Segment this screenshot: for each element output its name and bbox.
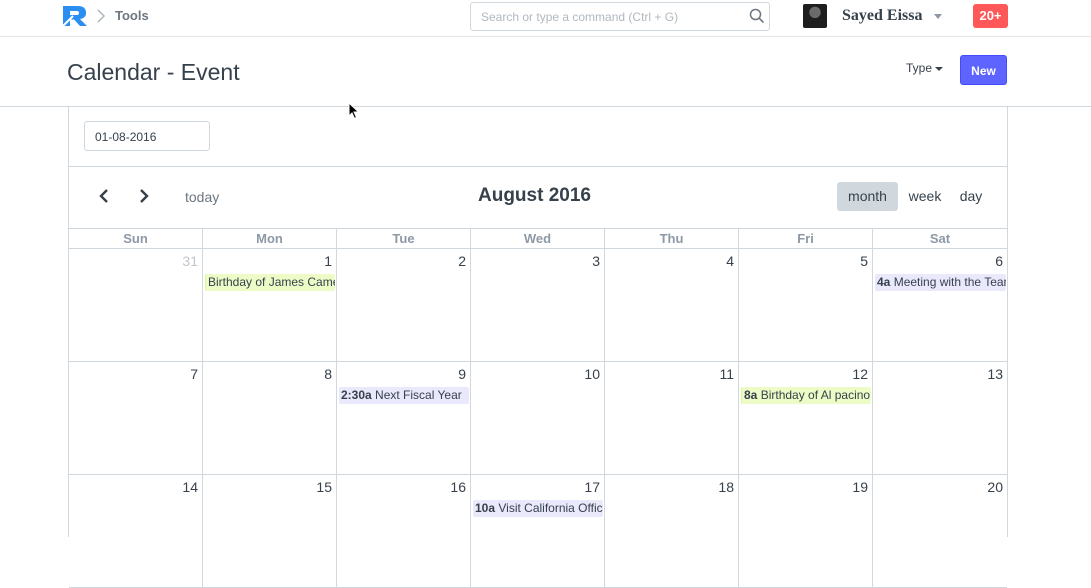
month-title: August 2016	[478, 185, 591, 206]
breadcrumb-chevron-icon	[97, 9, 106, 23]
day-cell[interactable]: 5	[739, 249, 873, 361]
search-input[interactable]: Search or type a command (Ctrl + G)	[470, 2, 770, 31]
view-day-button[interactable]: day	[953, 182, 989, 211]
caret-down-icon[interactable]	[934, 14, 942, 19]
day-number: 4	[726, 253, 734, 269]
day-number: 17	[584, 479, 600, 495]
view-week-button[interactable]: week	[905, 182, 945, 211]
day-cell[interactable]: 7	[69, 362, 203, 474]
event-title: Birthday of Al pacino	[760, 388, 871, 402]
day-cell[interactable]: 4	[605, 249, 739, 361]
dow-sun: Sun	[69, 229, 203, 249]
divider	[69, 166, 1007, 167]
search-icon[interactable]	[749, 8, 765, 24]
new-button[interactable]: New	[960, 55, 1007, 85]
day-cell[interactable]: 13	[873, 362, 1007, 474]
day-number: 5	[860, 253, 868, 269]
view-month-button[interactable]: month	[837, 182, 898, 211]
day-cell[interactable]: 18	[605, 475, 739, 587]
event-time: 2:30a	[341, 388, 372, 402]
event-time: 10a	[475, 501, 496, 515]
day-number: 3	[592, 253, 600, 269]
calendar-event[interactable]: Birthday of James Cameron	[205, 274, 335, 291]
date-input[interactable]: 01-08-2016	[84, 121, 210, 151]
day-number: 13	[987, 366, 1003, 382]
page-header: Calendar - Event Type New	[0, 37, 1091, 107]
month-grid: Sun Mon Tue Wed Thu Fri Sat 31 1 Birthda…	[69, 228, 1007, 588]
caret-down-icon	[935, 66, 944, 71]
week-row: 31 1 Birthday of James Cameron 2 3 4 5 6…	[69, 249, 1007, 362]
dow-mon: Mon	[203, 229, 337, 249]
day-number: 15	[316, 479, 332, 495]
dow-tue: Tue	[337, 229, 471, 249]
dow-wed: Wed	[471, 229, 605, 249]
calendar-event[interactable]: 4a Meeting with the Team	[875, 274, 1006, 291]
dow-thu: Thu	[605, 229, 739, 249]
day-cell[interactable]: 11	[605, 362, 739, 474]
event-time: 8a	[744, 388, 758, 402]
week-row: 7 8 9 2:30a Next Fiscal Year 10 11 12 8a…	[69, 362, 1007, 475]
day-cell[interactable]: 2	[337, 249, 471, 361]
day-cell[interactable]: 14	[69, 475, 203, 587]
breadcrumb-tools[interactable]: Tools	[115, 8, 149, 23]
day-number: 8	[324, 366, 332, 382]
today-button[interactable]: today	[185, 189, 219, 205]
calendar-card: 01-08-2016 today August 2016 month week …	[68, 107, 1008, 588]
day-cell[interactable]: 17 10a Visit California Office	[471, 475, 605, 587]
calendar-event[interactable]: 10a Visit California Office	[473, 500, 603, 517]
app-logo-icon[interactable]	[61, 4, 89, 28]
day-number: 16	[450, 479, 466, 495]
day-cell[interactable]: 10	[471, 362, 605, 474]
calendar-event[interactable]: 2:30a Next Fiscal Year	[339, 387, 469, 404]
event-title: Meeting with the Team	[893, 275, 1006, 289]
day-cell[interactable]: 8	[203, 362, 337, 474]
week-row: 14 15 16 17 10a Visit California Office …	[69, 475, 1007, 588]
day-number: 9	[458, 366, 466, 382]
day-number: 31	[182, 253, 198, 269]
dow-fri: Fri	[739, 229, 873, 249]
day-cell[interactable]: 1 Birthday of James Cameron	[203, 249, 337, 361]
day-number: 1	[324, 253, 332, 269]
day-cell[interactable]: 20	[873, 475, 1007, 587]
day-cell[interactable]: 9 2:30a Next Fiscal Year	[337, 362, 471, 474]
day-number: 2	[458, 253, 466, 269]
event-title: Birthday of James Cameron	[208, 275, 335, 289]
day-number: 19	[852, 479, 868, 495]
user-avatar[interactable]	[803, 4, 827, 28]
day-cell[interactable]: 6 4a Meeting with the Team	[873, 249, 1007, 361]
calendar-event[interactable]: 8a Birthday of Al pacino	[741, 387, 871, 404]
mouse-cursor-icon	[348, 102, 360, 120]
user-menu-name[interactable]: Sayed Eissa	[842, 7, 922, 25]
day-number: 7	[190, 366, 198, 382]
top-navbar: Tools Search or type a command (Ctrl + G…	[0, 0, 1091, 37]
day-number: 12	[852, 366, 868, 382]
dow-sat: Sat	[929, 231, 951, 246]
day-number: 14	[182, 479, 198, 495]
day-cell[interactable]: 19	[739, 475, 873, 587]
day-number: 18	[718, 479, 734, 495]
day-number: 20	[987, 479, 1003, 495]
day-number: 11	[719, 366, 734, 382]
chevron-left-icon[interactable]	[97, 188, 111, 204]
day-cell[interactable]: 3	[471, 249, 605, 361]
day-cell[interactable]: 31	[69, 249, 203, 361]
day-cell[interactable]: 12 8a Birthday of Al pacino	[739, 362, 873, 474]
type-dropdown[interactable]: Type	[906, 61, 944, 75]
notifications-badge[interactable]: 20+	[973, 4, 1008, 28]
day-number: 6	[995, 253, 1003, 269]
chevron-right-icon[interactable]	[137, 188, 151, 204]
event-time: 4a	[877, 275, 891, 289]
event-title: Next Fiscal Year	[375, 388, 462, 402]
day-of-week-header: Sun Mon Tue Wed Thu Fri Sat	[69, 228, 1007, 249]
type-dropdown-label: Type	[906, 61, 933, 75]
day-cell[interactable]: 16	[337, 475, 471, 587]
page-title: Calendar - Event	[67, 59, 240, 85]
day-number: 10	[584, 366, 600, 382]
event-title: Visit California Office	[498, 501, 603, 515]
day-cell[interactable]: 15	[203, 475, 337, 587]
